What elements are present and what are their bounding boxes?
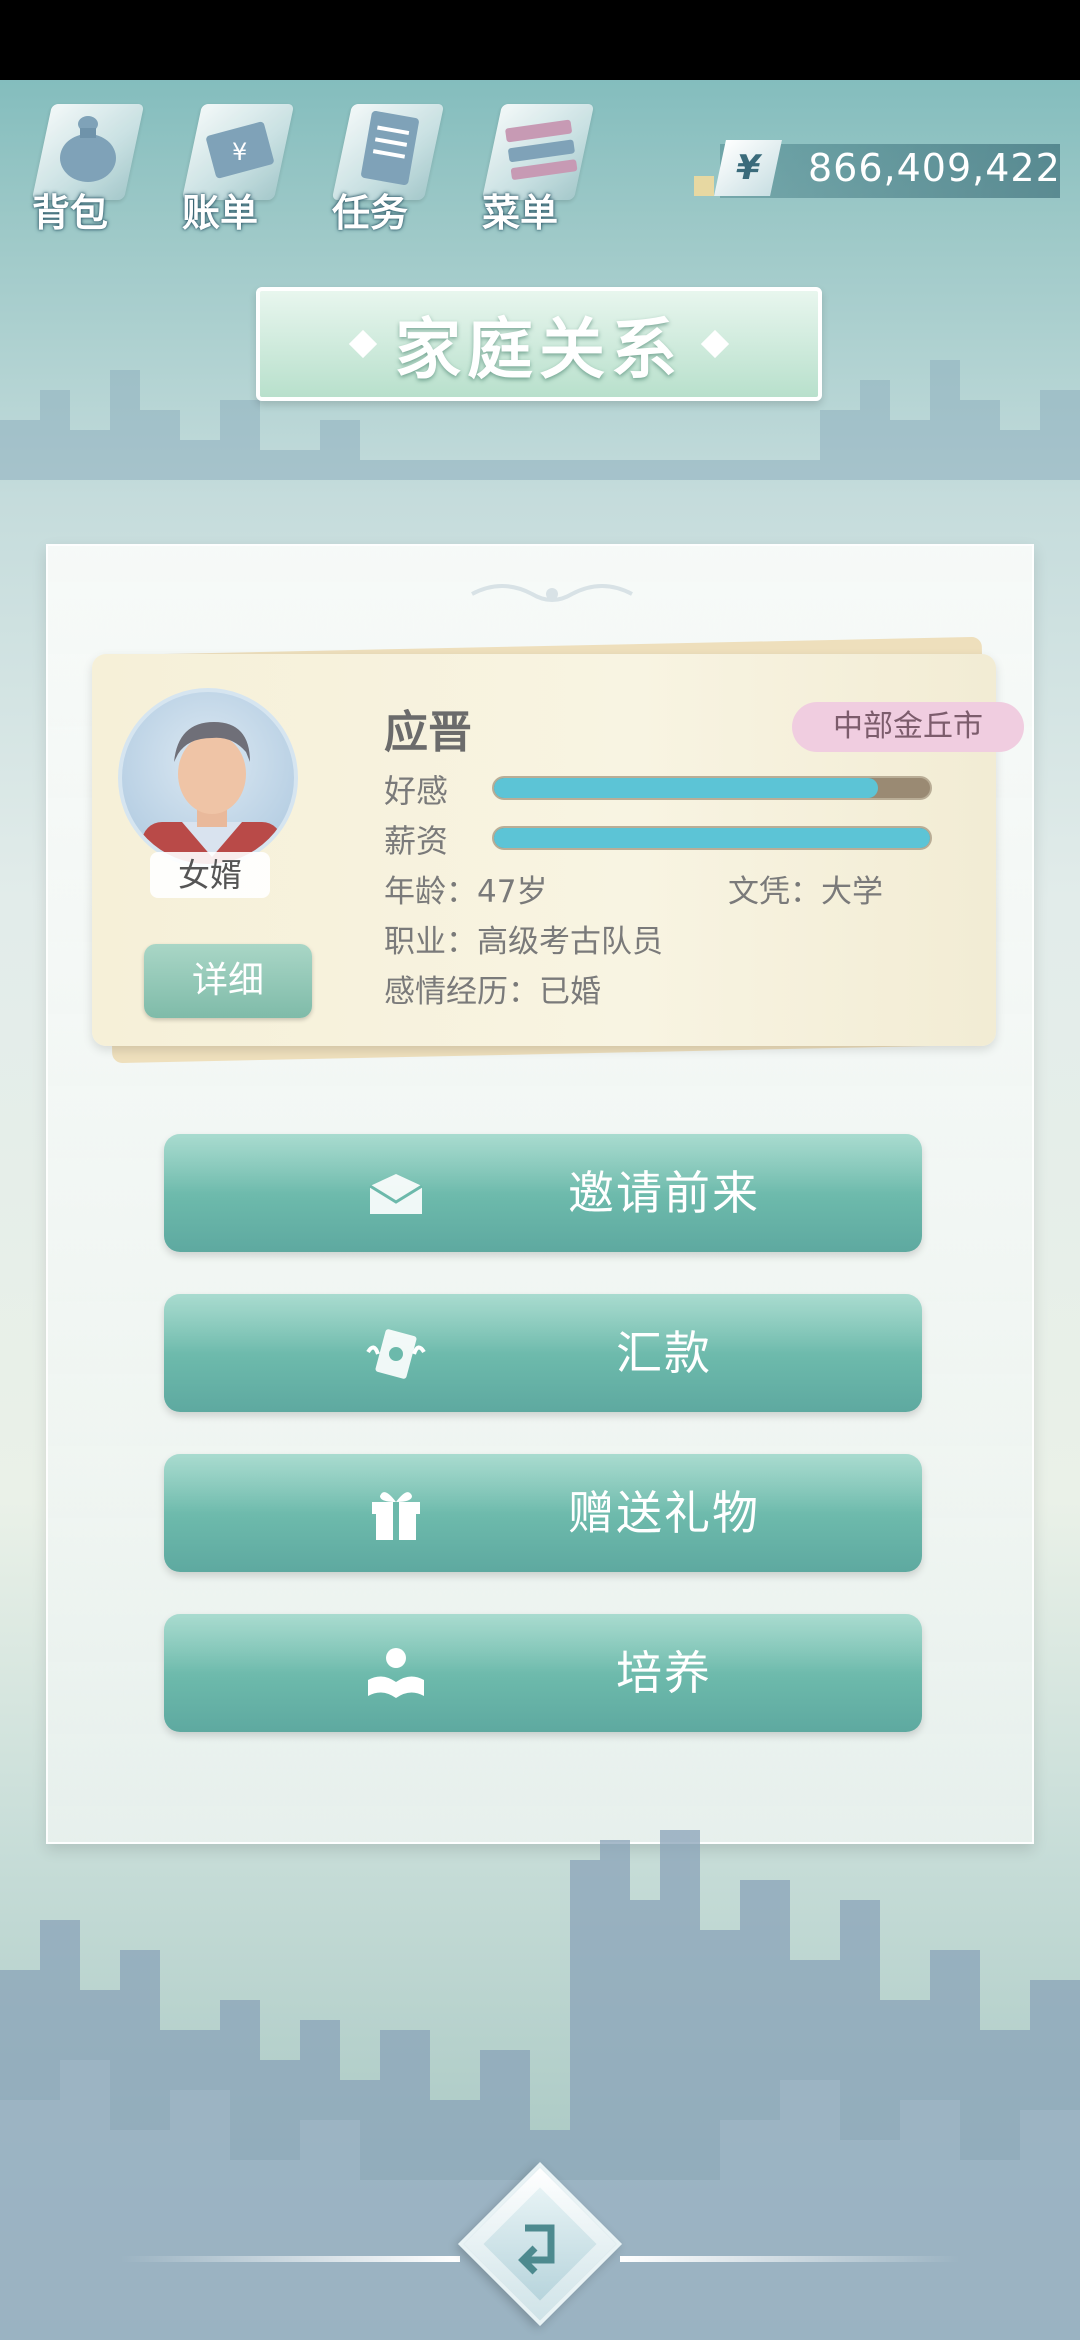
favor-label: 好感 (384, 772, 449, 810)
svg-text:¥: ¥ (232, 138, 247, 166)
region-badge: 中部金丘市 (792, 702, 1024, 752)
nurture-label: 培养 (616, 1646, 712, 1700)
gift-button[interactable]: 赠送礼物 (164, 1454, 922, 1572)
status-bar (0, 0, 1080, 80)
nav-task-label: 任务 (332, 191, 409, 235)
main-panel: 女婿 详细 应晋 中部金丘市 好感 薪资 年龄：47岁 文凭：大学 职业：高级考… (46, 544, 1034, 1844)
currency-display: ¥ 866,409,422 (690, 140, 1070, 198)
nav-menu-label: 菜单 (482, 191, 559, 235)
gift-label: 赠送礼物 (568, 1486, 760, 1540)
menu-icon (505, 119, 578, 180)
divider-right (620, 2256, 960, 2262)
invite-label: 邀请前来 (568, 1166, 760, 1220)
money-icon (366, 1329, 426, 1379)
study-icon (368, 1648, 424, 1698)
diamond-icon (700, 329, 730, 359)
character-portrait (142, 722, 282, 864)
bag-icon (60, 116, 116, 182)
favor-bar (492, 776, 932, 800)
ornament-icon (471, 584, 633, 602)
yen-icon: ¥ (714, 140, 782, 196)
nav-bag-button[interactable]: 背包 (20, 90, 145, 240)
relation-tag: 女婿 (150, 852, 270, 898)
currency-amount: 866,409,422 (808, 146, 1061, 190)
bill-icon: ¥ (206, 121, 274, 179)
salary-bar (492, 826, 932, 850)
salary-label: 薪资 (384, 822, 449, 860)
occupation-text: 职业：高级考古队员 (384, 924, 663, 960)
avatar (118, 688, 298, 868)
nav-task-button[interactable]: 任务 (320, 90, 445, 240)
gold-icon (694, 176, 714, 196)
invite-button[interactable]: 邀请前来 (164, 1134, 922, 1252)
task-icon (361, 110, 419, 186)
top-nav: 背包 ¥ 账单 任务 菜单 (20, 90, 595, 240)
nav-bag-label: 背包 (32, 191, 109, 235)
character-name: 应晋 (384, 707, 472, 758)
title-banner: 家庭关系 (256, 287, 822, 401)
nurture-button[interactable]: 培养 (164, 1614, 922, 1732)
favor-bar-fill (494, 778, 878, 798)
profile-card: 女婿 详细 应晋 中部金丘市 好感 薪资 年龄：47岁 文凭：大学 职业：高级考… (92, 654, 1024, 1046)
remit-label: 汇款 (616, 1326, 712, 1380)
nav-menu-button[interactable]: 菜单 (470, 90, 595, 240)
nav-bill-button[interactable]: ¥ 账单 (170, 90, 295, 240)
detail-button[interactable]: 详细 (144, 944, 312, 1018)
gift-icon (372, 1492, 420, 1540)
diamond-icon (348, 329, 378, 359)
relationship-text: 感情经历：已婚 (384, 974, 601, 1010)
envelope-icon (369, 1174, 423, 1214)
back-arrow-icon (518, 2224, 555, 2275)
salary-bar-fill (494, 828, 930, 848)
age-text: 年龄：47岁 (384, 874, 548, 910)
remit-button[interactable]: 汇款 (164, 1294, 922, 1412)
education-text: 文凭：大学 (728, 874, 883, 910)
page-title: 家庭关系 (395, 311, 683, 388)
nav-bill-label: 账单 (182, 191, 259, 235)
divider-left (120, 2256, 460, 2262)
